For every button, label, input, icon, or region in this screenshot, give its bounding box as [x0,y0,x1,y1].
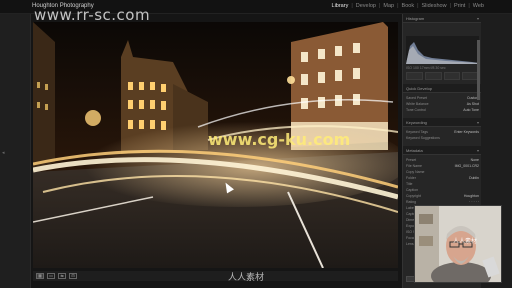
tool-button[interactable] [424,72,442,80]
histogram-tool-strip [406,72,479,80]
histogram [406,36,479,64]
collapse-arrow-icon[interactable]: ▾ [477,16,479,21]
bottom-watermark: 人人素材 [228,273,265,283]
histogram-info: ISO 100 17mm f/8 30 sec [406,66,446,70]
histogram-header[interactable]: Histogram ▾ [403,14,482,23]
kw-row-label: Keyword Suggestions [406,136,440,140]
loupe-view-button[interactable]: ▭ [47,273,55,279]
keywording-header[interactable]: Keywording ▾ [403,118,482,127]
kw-row-label: Keyword Tags [406,130,428,134]
meta-row[interactable]: File Name IMG_0001.CR2 [406,164,479,168]
collapse-arrow-icon[interactable]: ▾ [477,120,479,125]
right-panel-scrollbar[interactable] [477,40,480,100]
left-panel-toggle-icon[interactable]: ◂ [2,150,5,156]
compare-view-button[interactable]: ⇆ [58,273,66,279]
meta-row[interactable]: Copyright Houghton [406,194,479,198]
module-print[interactable]: Print [452,3,467,9]
qd-row-value: Auto Tone [463,108,479,112]
qd-row-label: Tone Control [406,108,426,112]
meta-row[interactable]: Title [406,182,479,186]
meta-row[interactable]: Caption [406,188,479,192]
meta-row-label: Lens [406,242,414,246]
survey-view-button[interactable]: ⊟ [69,273,77,279]
presenter-webcam: 人人素材 [414,205,502,283]
tool-button[interactable] [406,72,423,80]
module-picker: Library | Develop | Map | Book | Slideshow | … [330,3,486,9]
meta-row[interactable]: Folder Dublin [406,176,479,180]
histogram-label: Histogram [406,16,425,21]
meta-row-label: Folder [406,176,416,180]
meta-row-label: Copy Name [406,170,425,174]
qd-row[interactable]: Saved Preset Custom [406,96,479,100]
webcam-watermark: 人人素材 [453,238,478,245]
left-panel: ◂ [0,14,31,288]
meta-row[interactable]: Copy Name [406,170,479,174]
kw-row[interactable]: Keyword Tags Enter Keywords [406,130,479,134]
module-develop[interactable]: Develop [354,3,378,9]
tool-button[interactable] [443,72,461,80]
main-photo[interactable]: www.cg-ku.com [33,22,398,268]
view-toolbar: ▦ ▭ ⇆ ⊟ [33,271,398,281]
module-slideshow[interactable]: Slideshow [420,3,449,9]
metadata-label: Metadata [406,148,423,153]
meta-row[interactable]: Preset None [406,158,479,162]
photo-watermark: www.cg-ku.com [208,130,351,149]
grid-view-button[interactable]: ▦ [36,273,44,279]
module-book[interactable]: Book [400,3,417,9]
qd-row-label: White Balance [406,102,429,106]
qd-row[interactable]: Tone Control Auto Tone [406,108,479,112]
meta-row-value: Dublin [469,176,479,180]
meta-row[interactable]: Rating · · · · · [406,200,479,204]
qd-row-value: As Shot [466,102,479,106]
meta-row-value: · · · · · [469,200,479,204]
keywording-label: Keywording [406,120,427,125]
meta-row-value: None [470,158,479,162]
meta-row-label: Rating [406,200,417,204]
kw-row[interactable]: Keyword Suggestions [406,136,479,140]
kw-row-value: Enter Keywords [454,130,479,134]
meta-row-label: Caption [406,188,419,192]
module-library[interactable]: Library [330,3,351,9]
module-map[interactable]: Map [381,3,396,9]
meta-row-value: Houghton [463,194,479,198]
qd-row[interactable]: White Balance As Shot [406,102,479,106]
collapse-arrow-icon[interactable]: ▾ [477,148,479,153]
metadata-header[interactable]: Metadata ▾ [403,146,482,155]
histogram-graph [406,42,479,64]
meta-row-label: Title [406,182,413,186]
meta-row-label: File Name [406,164,422,168]
meta-row-label: Copyright [406,194,421,198]
module-web[interactable]: Web [471,3,486,9]
quick-develop-header[interactable]: Quick Develop▾ [403,84,482,93]
qd-row-label: Saved Preset [406,96,428,100]
quick-develop-label: Quick Develop [406,86,433,91]
meta-row-value: IMG_0001.CR2 [454,164,479,168]
meta-row-label: Preset [406,158,417,162]
